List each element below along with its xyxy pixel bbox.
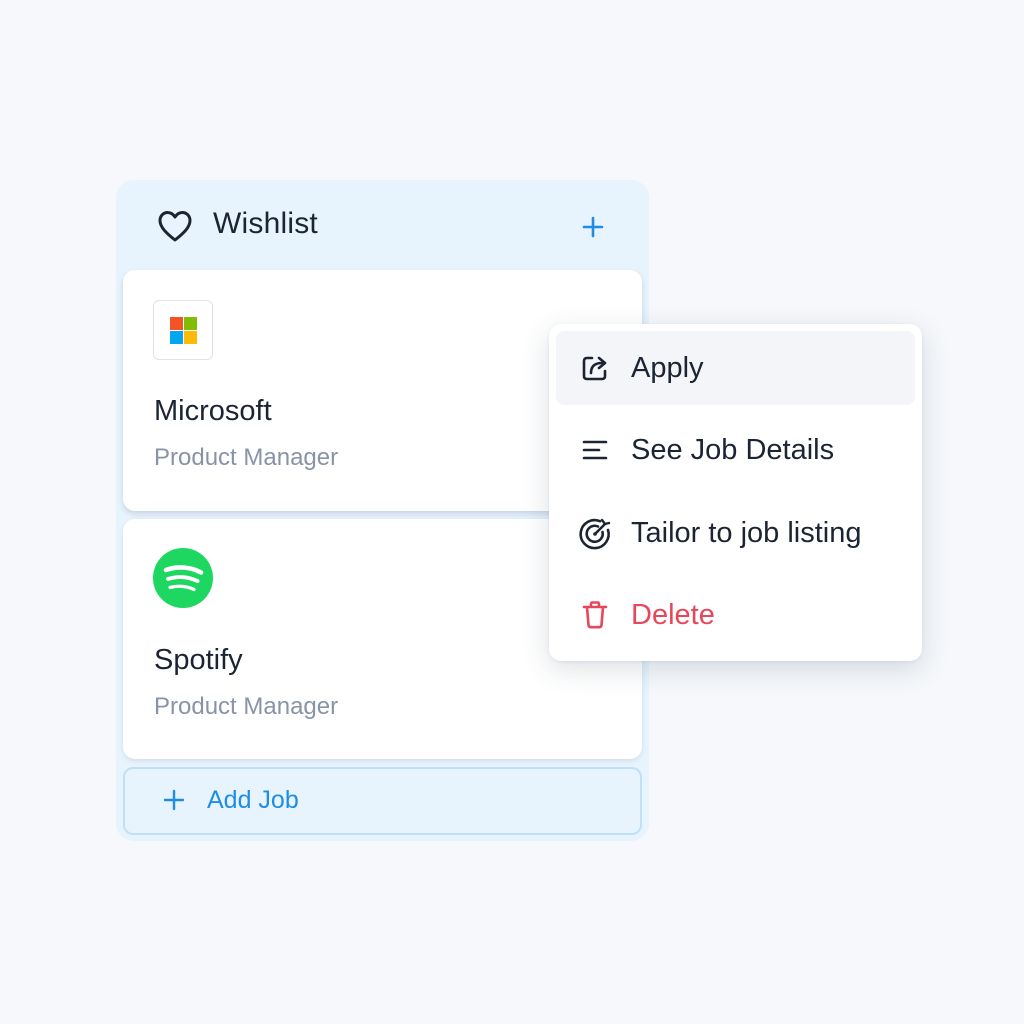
- menu-item-label: Delete: [631, 599, 715, 631]
- plus-icon[interactable]: [576, 210, 610, 244]
- menu-item-see-job-details[interactable]: See Job Details: [556, 413, 915, 487]
- menu-item-delete[interactable]: Delete: [556, 578, 915, 652]
- column-title: Wishlist: [213, 207, 318, 240]
- menu-item-apply[interactable]: Apply: [556, 331, 915, 405]
- trash-icon: [582, 601, 608, 629]
- column-header: Wishlist: [116, 180, 649, 270]
- microsoft-logo: [170, 317, 197, 344]
- heart-icon: [158, 211, 192, 242]
- plus-icon: [163, 789, 185, 811]
- job-title: Product Manager: [154, 444, 339, 471]
- add-job-label: Add Job: [207, 786, 299, 814]
- company-name: Microsoft: [154, 395, 272, 427]
- spotify-logo: [153, 548, 213, 608]
- job-context-menu: Apply See Job Details Tailor to job list…: [549, 324, 922, 661]
- menu-item-label: Apply: [631, 352, 704, 384]
- company-logo-frame: [153, 300, 213, 360]
- menu-item-tailor[interactable]: Tailor to job listing: [556, 496, 915, 570]
- add-job-button[interactable]: Add Job: [123, 767, 642, 835]
- menu-item-label: Tailor to job listing: [631, 517, 862, 549]
- share-icon: [582, 356, 607, 381]
- company-name: Spotify: [154, 644, 243, 676]
- menu-item-label: See Job Details: [631, 434, 835, 466]
- job-title: Product Manager: [154, 693, 339, 720]
- target-icon: [579, 518, 611, 550]
- lines-icon: [582, 440, 608, 460]
